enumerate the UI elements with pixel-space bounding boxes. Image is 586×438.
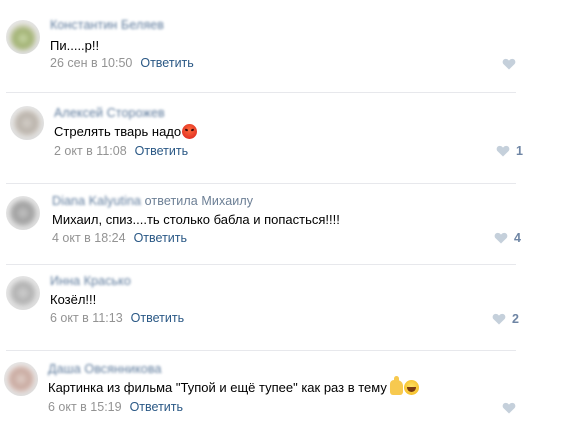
reply-to-label[interactable]: ответила Михаилу bbox=[145, 194, 253, 208]
comment-text: Козёл!!! bbox=[50, 292, 97, 307]
like-button[interactable] bbox=[502, 56, 516, 72]
comment-meta: 6 окт в 11:13 Ответить bbox=[50, 311, 184, 325]
avatar[interactable] bbox=[6, 276, 40, 310]
thumbs-up-icon bbox=[389, 376, 403, 395]
heart-icon bbox=[494, 232, 508, 244]
heart-icon bbox=[502, 58, 516, 70]
comment-author[interactable]: Константин Беляев bbox=[50, 18, 164, 32]
comment-author[interactable]: Diana Kalyutina ответила Михаилу bbox=[52, 194, 253, 208]
comment-divider bbox=[6, 183, 516, 184]
comment-author[interactable]: Даша Овсянникова bbox=[48, 362, 162, 376]
comment-meta: 2 окт в 11:08 Ответить bbox=[54, 144, 188, 158]
avatar[interactable] bbox=[6, 196, 40, 230]
like-count: 1 bbox=[516, 144, 523, 158]
avatar[interactable] bbox=[6, 20, 40, 54]
reply-button[interactable]: Ответить bbox=[140, 56, 193, 70]
comment-date[interactable]: 2 окт в 11:08 bbox=[54, 144, 127, 158]
comment-date[interactable]: 6 окт в 11:13 bbox=[50, 311, 123, 325]
comment-text: Стрелять тварь надо bbox=[54, 124, 198, 139]
reply-button[interactable]: Ответить bbox=[134, 231, 187, 245]
reply-button[interactable]: Ответить bbox=[130, 400, 183, 414]
comment-text: Михаил, спиз....ть столько бабла и попас… bbox=[52, 212, 340, 227]
like-count: 4 bbox=[514, 231, 521, 245]
comment-meta: 6 окт в 15:19 Ответить bbox=[48, 400, 183, 414]
like-button[interactable]: 2 bbox=[492, 311, 519, 327]
reply-button[interactable]: Ответить bbox=[131, 311, 184, 325]
like-button[interactable]: 1 bbox=[496, 143, 523, 159]
comment-meta: 26 сен в 10:50 Ответить bbox=[50, 56, 194, 70]
comment-date[interactable]: 6 окт в 15:19 bbox=[48, 400, 122, 414]
like-button[interactable] bbox=[502, 400, 516, 416]
comment-text: Картинка из фильма "Тупой и ещё тупее" к… bbox=[48, 376, 419, 395]
comment-date[interactable]: 4 окт в 18:24 bbox=[52, 231, 126, 245]
comment-author[interactable]: Алексей Сторожев bbox=[54, 106, 165, 120]
comment-date[interactable]: 26 сен в 10:50 bbox=[50, 56, 132, 70]
comment-divider bbox=[6, 350, 516, 351]
comment-divider bbox=[6, 264, 516, 265]
comment-author[interactable]: Инна Красько bbox=[50, 274, 131, 288]
comment-meta: 4 окт в 18:24 Ответить bbox=[52, 231, 187, 245]
angry-face-icon bbox=[182, 124, 198, 139]
avatar[interactable] bbox=[10, 106, 44, 140]
comment-text-body: Стрелять тварь надо bbox=[54, 124, 182, 139]
laughing-face-icon bbox=[403, 380, 419, 395]
avatar[interactable] bbox=[4, 362, 38, 396]
reply-button[interactable]: Ответить bbox=[135, 144, 188, 158]
comment-text-body: Картинка из фильма "Тупой и ещё тупее" к… bbox=[48, 380, 387, 395]
heart-icon bbox=[492, 313, 506, 325]
comment-text: Пи.....р!! bbox=[50, 38, 100, 53]
comments-list: Константин Беляев Пи.....р!! 26 сен в 10… bbox=[0, 0, 586, 438]
heart-icon bbox=[496, 145, 510, 157]
heart-icon bbox=[502, 402, 516, 414]
like-button[interactable]: 4 bbox=[494, 230, 521, 246]
comment-divider bbox=[6, 92, 516, 93]
like-count: 2 bbox=[512, 312, 519, 326]
